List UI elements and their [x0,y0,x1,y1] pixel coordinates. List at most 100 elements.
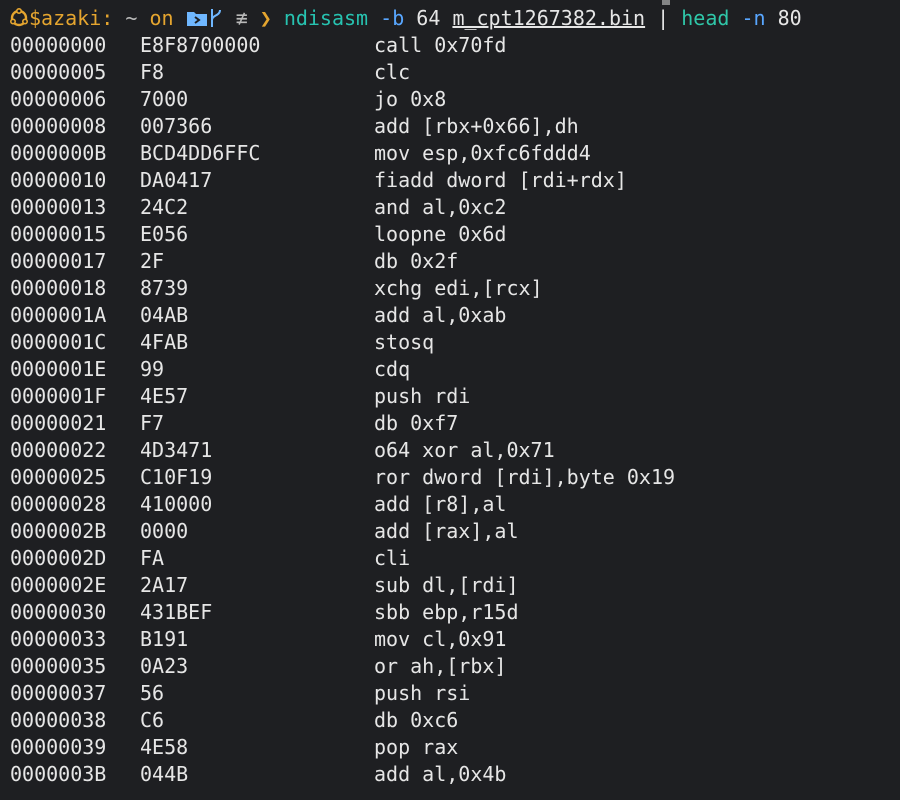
disassembly-row: 00000028 410000 add [r8],al [10,491,890,518]
disassembly-row: 00000039 4E58 pop rax [10,734,890,761]
head-command: head [681,5,730,30]
offset-cell: 00000013 [10,195,107,219]
disassembly-row: 0000001E 99 cdq [10,356,890,383]
disassembly-row: 0000003B 044B add al,0x4b [10,761,890,788]
disassembly-row: 00000000 E8F8700000 call 0x70fd [10,32,890,59]
disassembly-row: 00000015 E056 loopne 0x6d [10,221,890,248]
terminal-window[interactable]: $azaki: ~ on ≢ ❯ ndisasm -b 64 m_cpt1267… [0,0,900,800]
disassembly-row: 00000038 C6 db 0xc6 [10,707,890,734]
hex-bytes-cell: C10F19 [140,465,213,489]
disassembly-row: 00000033 B191 mov cl,0x91 [10,626,890,653]
offset-cell: 00000038 [10,708,107,732]
offset-cell: 0000001E [10,357,107,381]
disassembly-row: 0000002E 2A17 sub dl,[rdi] [10,572,890,599]
hex-bytes-cell: 4D3471 [140,438,213,462]
disassembly-row: 00000005 F8 clc [10,59,890,86]
offset-cell: 00000017 [10,249,107,273]
disassembly-row: 00000008 007366 add [rbx+0x66],dh [10,113,890,140]
hex-bytes-cell: 4FAB [140,330,189,354]
hex-bytes-cell: 24C2 [140,195,189,219]
disassembly-row: 00000021 F7 db 0xf7 [10,410,890,437]
hex-bytes-cell: E8F8700000 [140,33,261,57]
instruction-cell: db 0xf7 [374,411,459,435]
offset-cell: 0000001A [10,303,107,327]
instruction-cell: sub dl,[rdi] [374,573,519,597]
offset-cell: 00000035 [10,654,107,678]
offset-cell: 00000039 [10,735,107,759]
offset-cell: 00000015 [10,222,107,246]
offset-cell: 00000021 [10,411,107,435]
hex-bytes-cell: DA0417 [140,168,213,192]
offset-cell: 00000037 [10,681,107,705]
hex-bytes-cell: FA [140,546,165,570]
instruction-cell: mov esp,0xfc6fddd4 [374,141,591,165]
hex-bytes-cell: 2A17 [140,573,189,597]
instruction-cell: add [rbx+0x66],dh [374,114,579,138]
offset-cell: 00000018 [10,276,107,300]
offset-cell: 00000006 [10,87,107,111]
instruction-cell: ror dword [rdi],byte 0x19 [374,465,676,489]
filename-link[interactable]: m_cpt1267382.bin [452,6,645,30]
instruction-cell: db 0xc6 [374,708,459,732]
offset-cell: 00000005 [10,60,107,84]
hex-bytes-cell: F8 [140,60,165,84]
offset-cell: 00000033 [10,627,107,651]
instruction-cell: loopne 0x6d [374,222,507,246]
instruction-cell: mov cl,0x91 [374,627,507,651]
hex-bytes-cell: C6 [140,708,165,732]
hex-bytes-cell: F7 [140,411,165,435]
hex-bytes-cell: 4E57 [140,384,189,408]
hex-bytes-cell: 4E58 [140,735,189,759]
instruction-cell: add al,0x4b [374,762,507,786]
instruction-cell: push rdi [374,384,471,408]
flag-b: -b [380,5,405,30]
instruction-cell: call 0x70fd [374,33,507,57]
offset-cell: 0000002E [10,573,107,597]
offset-cell: 00000030 [10,600,107,624]
git-status: ≢ [235,5,248,30]
instruction-cell: or ah,[rbx] [374,654,507,678]
hex-bytes-cell: B191 [140,627,189,651]
disassembly-row: 00000030 431BEF sbb ebp,r15d [10,599,890,626]
hex-bytes-cell: 2F [140,249,165,273]
disassembly-row: 0000001F 4E57 push rdi [10,383,890,410]
prompt-arrow: ❯ [259,5,272,30]
arg-bits: 64 [416,5,441,30]
instruction-cell: sbb ebp,r15d [374,600,519,624]
instruction-cell: and al,0xc2 [374,195,507,219]
disassembly-row: 0000000B BCD4DD6FFC mov esp,0xfc6fddd4 [10,140,890,167]
offset-cell: 00000000 [10,33,107,57]
offset-cell: 0000001C [10,330,107,354]
offset-cell: 00000028 [10,492,107,516]
offset-cell: 0000002D [10,546,107,570]
flag-n: -n [741,5,766,30]
disassembly-row: 00000035 0A23 or ah,[rbx] [10,653,890,680]
disassembly-row: 00000018 8739 xchg edi,[rcx] [10,275,890,302]
prompt-user: $azaki: [29,5,114,30]
hex-bytes-cell: 007366 [140,114,213,138]
disassembly-row: 00000010 DA0417 fiadd dword [rdi+rdx] [10,167,890,194]
disassembly-row: 0000001A 04AB add al,0xab [10,302,890,329]
offset-cell: 00000025 [10,465,107,489]
instruction-cell: db 0x2f [374,249,459,273]
offset-cell: 00000022 [10,438,107,462]
offset-cell: 0000003B [10,762,107,786]
arg-lines: 80 [777,5,802,30]
disassembly-row: 00000037 56 push rsi [10,680,890,707]
hex-bytes-cell: 044B [140,762,189,786]
hex-bytes-cell: 56 [140,681,165,705]
instruction-cell: push rsi [374,681,471,705]
pipe-symbol: | [657,5,670,30]
instruction-cell: o64 xor al,0x71 [374,438,555,462]
instruction-cell: add al,0xab [374,303,507,327]
instruction-cell: fiadd dword [rdi+rdx] [374,168,627,192]
instruction-cell: stosq [374,330,435,354]
instruction-cell: jo 0x8 [374,87,447,111]
prompt-on-label: on [149,5,174,30]
instruction-cell: add [rax],al [374,519,519,543]
instruction-cell: cli [374,546,411,570]
disassembly-output: 00000000 E8F8700000 call 0x70fd 00000005 F8 c… [10,32,890,788]
disassembly-row: 00000006 7000 jo 0x8 [10,86,890,113]
offset-cell: 00000010 [10,168,107,192]
offset-cell: 0000000B [10,141,107,165]
